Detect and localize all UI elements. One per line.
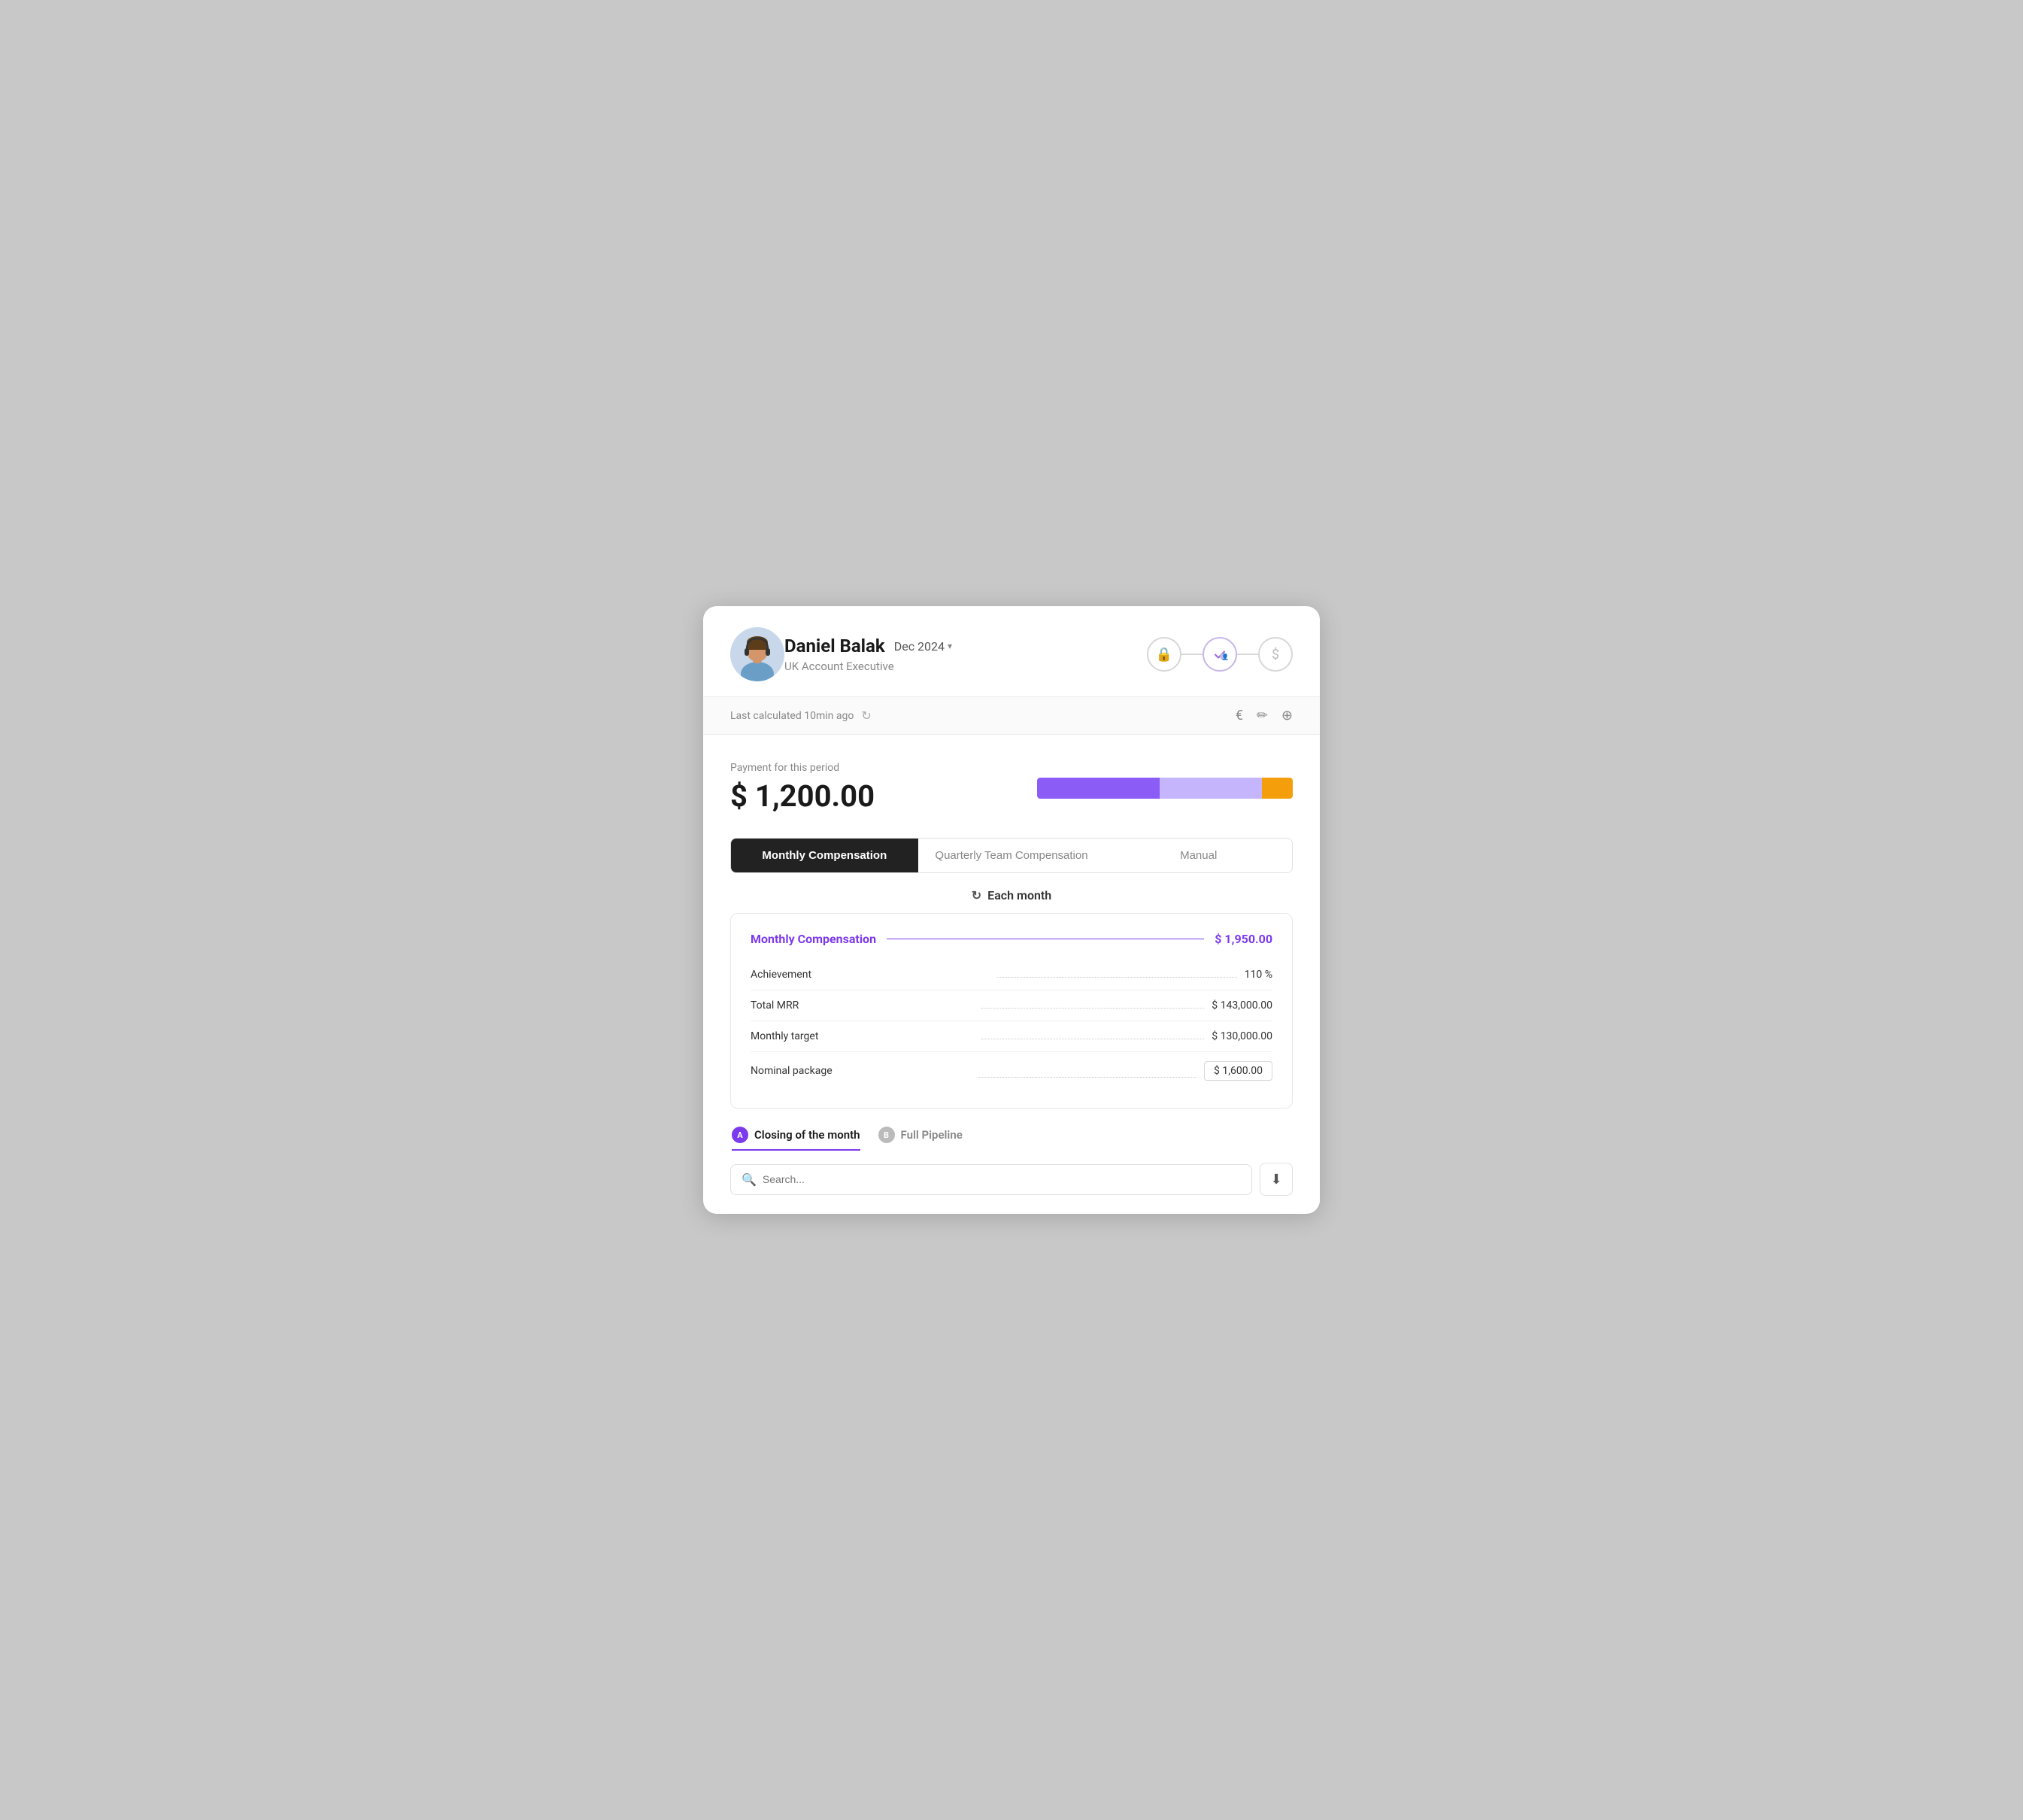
payment-progress-bar xyxy=(1037,778,1293,799)
search-input[interactable] xyxy=(763,1173,1241,1185)
payment-section: Payment for this period $ 1,200.00 xyxy=(730,762,1293,814)
header-name-row: Daniel Balak Dec 2024 ▾ xyxy=(784,635,1147,657)
step-lock[interactable]: 🔒 xyxy=(1147,637,1181,672)
sub-tab-closing[interactable]: A Closing of the month xyxy=(732,1127,860,1151)
comp-row-dots xyxy=(981,1008,1205,1009)
user-role: UK Account Executive xyxy=(784,660,1147,673)
comp-row-dots xyxy=(997,977,1236,978)
comp-row-monthly-target: Monthly target $ 130,000.00 xyxy=(751,1021,1272,1052)
sub-tabs: A Closing of the month B Full Pipeline xyxy=(730,1127,1293,1151)
sub-tab-pipeline[interactable]: B Full Pipeline xyxy=(878,1127,963,1151)
svg-text:👤: 👤 xyxy=(1221,653,1228,660)
chevron-down-icon: ▾ xyxy=(948,641,952,651)
payment-amount: $ 1,200.00 xyxy=(730,778,1007,814)
comp-row-value: 110 % xyxy=(1245,969,1272,981)
currency-icon[interactable]: € xyxy=(1236,708,1243,723)
period-row: ↻ Each month xyxy=(730,873,1293,913)
payment-label: Payment for this period xyxy=(730,762,1007,774)
comp-row-value: $ 130,000.00 xyxy=(1212,1030,1272,1042)
comp-row-label: Nominal package xyxy=(751,1065,970,1077)
comp-row-nominal-package: Nominal package $ 1,600.00 xyxy=(751,1052,1272,1090)
comp-row-total-mrr: Total MRR $ 143,000.00 xyxy=(751,990,1272,1021)
comp-row-dots xyxy=(978,1077,1197,1078)
toolbar-right: € ✏ ⊕ xyxy=(1236,708,1293,723)
step-line-2 xyxy=(1237,654,1258,655)
compensation-card: Monthly Compensation $ 1,950.00 Achievem… xyxy=(730,913,1293,1109)
comp-total-value: $ 1,950.00 xyxy=(1215,932,1272,946)
comp-row-label: Total MRR xyxy=(751,999,974,1012)
tab-monthly-compensation[interactable]: Monthly Compensation xyxy=(731,839,918,872)
main-card: Daniel Balak Dec 2024 ▾ UK Account Execu… xyxy=(703,606,1320,1214)
status-steps: 🔒 👤 $ xyxy=(1147,637,1293,672)
bar-segment-3 xyxy=(1262,778,1293,799)
search-row: 🔍 ⬇ xyxy=(730,1163,1293,1214)
header: Daniel Balak Dec 2024 ▾ UK Account Execu… xyxy=(703,606,1320,697)
comp-header-row: Monthly Compensation $ 1,950.00 xyxy=(751,932,1272,946)
add-icon[interactable]: ⊕ xyxy=(1281,708,1293,723)
last-calculated-text: Last calculated 10min ago xyxy=(730,710,854,722)
period-repeat-icon: ↻ xyxy=(972,888,981,902)
step-check-user[interactable]: 👤 xyxy=(1203,637,1237,672)
avatar xyxy=(730,627,784,681)
download-button[interactable]: ⬇ xyxy=(1260,1163,1293,1196)
step-line-1 xyxy=(1181,654,1203,655)
tab-quarterly-compensation[interactable]: Quarterly Team Compensation xyxy=(918,839,1106,872)
tab-manual[interactable]: Manual xyxy=(1105,839,1292,872)
payment-left: Payment for this period $ 1,200.00 xyxy=(730,762,1007,814)
toolbar-left: Last calculated 10min ago ↻ xyxy=(730,708,1236,723)
comp-row-value: $ 143,000.00 xyxy=(1212,999,1272,1012)
sub-tab-closing-label: Closing of the month xyxy=(754,1128,860,1142)
step-dollar[interactable]: $ xyxy=(1258,637,1293,672)
toolbar: Last calculated 10min ago ↻ € ✏ ⊕ xyxy=(703,697,1320,735)
search-icon: 🔍 xyxy=(742,1172,757,1187)
period-label: Each month xyxy=(987,888,1051,902)
edit-icon[interactable]: ✏ xyxy=(1257,708,1268,723)
comp-row-value-boxed: $ 1,600.00 xyxy=(1204,1061,1272,1081)
user-name: Daniel Balak xyxy=(784,635,885,657)
comp-row-label: Monthly target xyxy=(751,1030,974,1042)
period-selector[interactable]: Dec 2024 ▾ xyxy=(894,639,952,654)
comp-row-label: Achievement xyxy=(751,969,990,981)
sub-tab-badge-a: A xyxy=(732,1127,748,1143)
comp-row-achievement: Achievement 110 % xyxy=(751,960,1272,990)
bar-segment-1 xyxy=(1037,778,1160,799)
sub-tab-pipeline-label: Full Pipeline xyxy=(901,1128,963,1142)
main-content: Payment for this period $ 1,200.00 Month… xyxy=(703,735,1320,1214)
sub-tab-badge-b: B xyxy=(878,1127,895,1143)
main-tabs: Monthly Compensation Quarterly Team Comp… xyxy=(730,838,1293,873)
search-box: 🔍 xyxy=(730,1164,1252,1195)
bar-segment-2 xyxy=(1160,778,1262,799)
refresh-icon[interactable]: ↻ xyxy=(861,708,871,723)
header-info: Daniel Balak Dec 2024 ▾ UK Account Execu… xyxy=(784,635,1147,673)
comp-card-title: Monthly Compensation xyxy=(751,932,876,946)
